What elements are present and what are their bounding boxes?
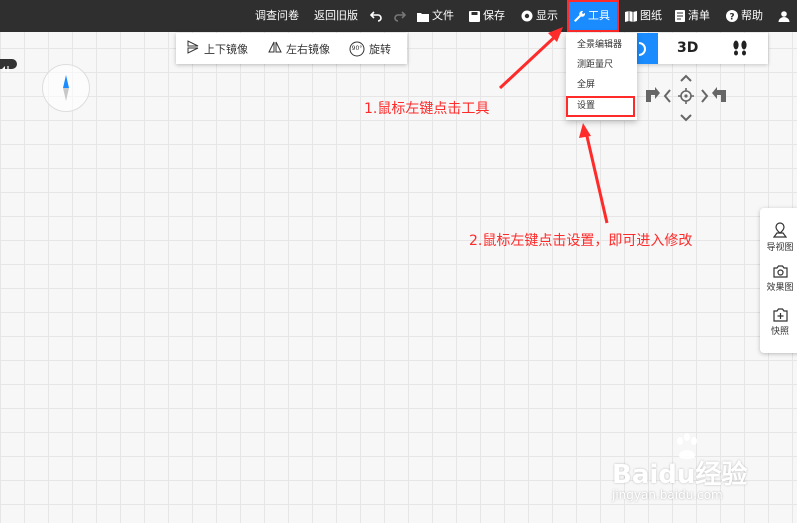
render-button[interactable]: 效果图 bbox=[760, 265, 797, 293]
camera-icon bbox=[760, 265, 797, 278]
annotation-step1: 1.鼠标左键点击工具 bbox=[364, 101, 490, 117]
snapshot-icon bbox=[760, 308, 797, 322]
watermark-brand: Baidu经验 bbox=[612, 460, 748, 490]
guide-view-label: 导视图 bbox=[766, 243, 794, 253]
watermark-url: jingyan.baidu.com bbox=[612, 488, 723, 502]
right-side-panel: 导视图 效果图 快照 bbox=[760, 208, 797, 353]
arrow-to-tools bbox=[498, 27, 563, 90]
arrow-to-settings bbox=[579, 123, 609, 224]
snapshot-button[interactable]: 快照 bbox=[760, 308, 797, 337]
baidu-watermark: Baidu经验 jingyan.baidu.com bbox=[612, 432, 747, 502]
snapshot-label: 快照 bbox=[770, 327, 789, 337]
pin-icon bbox=[760, 222, 797, 238]
render-label: 效果图 bbox=[766, 283, 794, 293]
guide-view-button[interactable]: 导视图 bbox=[760, 222, 797, 253]
annotation-step2: 2.鼠标左键点击设置，即可进入修改 bbox=[469, 233, 693, 249]
